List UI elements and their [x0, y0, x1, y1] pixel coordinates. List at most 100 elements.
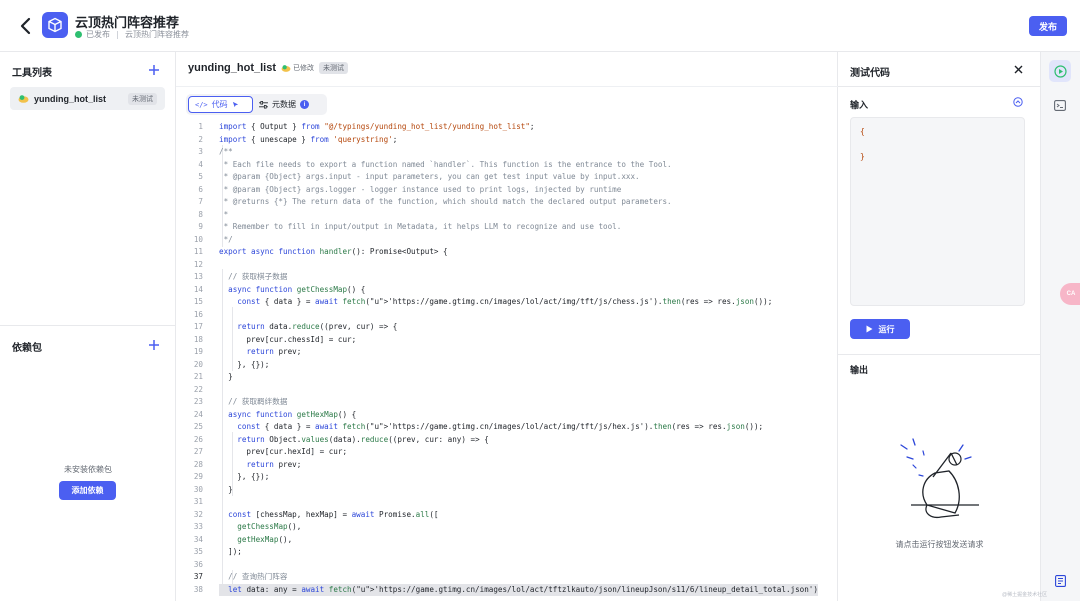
- line-number: 16: [193, 309, 203, 319]
- back-arrow-icon[interactable]: [18, 16, 34, 36]
- code-line: 23 // 获取羁绊数据: [186, 396, 836, 409]
- line-number: 14: [193, 284, 203, 294]
- publish-button[interactable]: 发布: [1029, 16, 1067, 36]
- document-icon: [1054, 575, 1066, 587]
- line-number: 1: [198, 122, 203, 131]
- line-number: 6: [198, 184, 203, 194]
- line-number: 17: [193, 322, 203, 331]
- add-dependency-button[interactable]: 添加依赖: [59, 481, 116, 500]
- code-editor-panel: yunding_hot_list 已修改 未测试 </> 代码 元数据 i 1 i…: [176, 52, 838, 601]
- panel-divider: [838, 86, 1041, 87]
- pointer-cursor-icon: [232, 101, 238, 108]
- code-line: 13 // 获取棋子数据: [186, 271, 836, 284]
- code-brackets-icon: </>: [195, 100, 208, 109]
- tool-name: yunding_hot_list: [34, 93, 106, 104]
- play-icon: [866, 325, 872, 333]
- code-line: 9 * Remember to fill in input/output in …: [186, 221, 836, 234]
- line-number: 36: [193, 559, 203, 569]
- code-line: 38 let data: any = await fetch("u">'http…: [186, 583, 836, 596]
- deps-empty-text: 未安装依赖包: [64, 465, 112, 474]
- line-number: 33: [193, 522, 203, 531]
- status-text: 已发布: [86, 30, 110, 39]
- tab-metadata[interactable]: 元数据 i: [253, 96, 315, 113]
- input-label: 输入: [850, 100, 869, 110]
- line-number: 26: [193, 434, 203, 444]
- code-text: * @param {Object} args.input - input par…: [219, 172, 640, 181]
- line-number: 28: [193, 459, 203, 469]
- code-text: return data.reduce((prev, cur) => {: [237, 322, 398, 331]
- line-number: 37: [193, 572, 203, 581]
- collapse-up-icon[interactable]: [1013, 97, 1023, 107]
- line-number: 24: [193, 409, 203, 419]
- code-line: 11 export async function handler(): Promi…: [186, 246, 836, 259]
- code-line: 28 return prev;: [186, 459, 836, 472]
- file-header: yunding_hot_list 已修改 未测试: [188, 62, 348, 74]
- code-line: 37 // 查询热门阵容: [186, 571, 836, 584]
- code-text: return prev;: [246, 459, 302, 469]
- output-empty-text: 请点击运行按钮发送请求: [895, 540, 984, 549]
- line-number: 2: [198, 134, 203, 144]
- tab-code[interactable]: </> 代码: [188, 96, 253, 113]
- floating-assistant-tab[interactable]: CA: [1060, 283, 1080, 305]
- code-text: import { Output } from "@/typings/yundin…: [219, 122, 535, 131]
- code-text: // 查询热门阵容: [219, 572, 288, 581]
- code-line: 31: [186, 496, 836, 509]
- run-button[interactable]: 运行: [850, 319, 910, 339]
- close-icon[interactable]: [1013, 64, 1024, 75]
- sidebar-item-yunding-hot-list[interactable]: yunding_hot_list 未测试: [10, 87, 165, 110]
- info-icon: i: [300, 100, 309, 109]
- code-text: prev[cur.hexId] = cur;: [219, 447, 348, 456]
- code-text: import { unescape } from 'querystring';: [219, 134, 398, 144]
- test-panel-title: 测试代码: [850, 68, 890, 79]
- code-text: * Remember to fill in input/output in Me…: [219, 222, 622, 231]
- code-line: 5 * @param {Object} args.input - input p…: [186, 171, 836, 184]
- tools-list-title: 工具列表: [12, 68, 52, 79]
- code-line: 30 }: [186, 484, 836, 497]
- line-number: 27: [193, 447, 203, 456]
- line-number: 38: [193, 584, 203, 594]
- code-line: 2 import { unescape } from 'querystring';: [186, 134, 836, 147]
- line-number: 25: [193, 422, 203, 431]
- code-line: 27 prev[cur.hexId] = cur;: [186, 446, 836, 459]
- line-number: 22: [193, 384, 203, 394]
- code-text: async function getHexMap() {: [228, 409, 357, 419]
- test-run-toggle[interactable]: [1049, 60, 1071, 82]
- console-toggle[interactable]: [1049, 94, 1071, 116]
- code-line: 25 const { data } = await fetch("u">'htt…: [186, 421, 836, 434]
- file-name: yunding_hot_list: [188, 62, 276, 74]
- code-text: async function getChessMap() {: [228, 284, 366, 294]
- modified-text: 已修改: [293, 65, 314, 72]
- test-input-editor[interactable]: { }: [850, 117, 1025, 306]
- deps-title: 依赖包: [12, 343, 42, 354]
- line-number: 5: [198, 172, 203, 181]
- divider: [117, 30, 118, 39]
- line-number: 11: [193, 247, 203, 256]
- add-tool-plus-icon[interactable]: [148, 64, 160, 76]
- line-number: 13: [193, 272, 203, 281]
- code-line: 17 return data.reduce((prev, cur) => {: [186, 321, 836, 334]
- code-line: 22: [186, 384, 836, 397]
- code-line: 3 /**: [186, 146, 836, 159]
- code-line: 1 import { Output } from "@/typings/yundi…: [186, 121, 836, 134]
- code-text: getChessMap(),: [237, 522, 302, 531]
- code-text: *: [219, 209, 229, 219]
- line-number: 18: [193, 334, 203, 344]
- line-number: 7: [198, 197, 203, 206]
- code-text: let data: any = await fetch("u">'https:/…: [219, 583, 818, 596]
- add-dependency-plus-icon[interactable]: [148, 339, 160, 351]
- code-line: 4 * Each file needs to export a function…: [186, 159, 836, 172]
- code-line: 33 getChessMap(),: [186, 521, 836, 534]
- code-text: const { data } = await fetch("u">'https:…: [237, 297, 773, 306]
- editor-tabs: </> 代码 元数据 i: [186, 94, 327, 115]
- line-number: 12: [193, 259, 203, 269]
- right-toolbar: [1041, 52, 1080, 601]
- line-number: 8: [198, 209, 203, 219]
- sliders-icon: [259, 100, 268, 109]
- code-text: prev[cur.chessId] = cur;: [219, 334, 357, 344]
- run-label: 运行: [878, 324, 895, 334]
- code-text: }: [219, 372, 233, 381]
- docs-toggle[interactable]: [1049, 570, 1071, 592]
- code-text: export async function handler(): Promise…: [219, 247, 448, 256]
- code-area[interactable]: 1 import { Output } from "@/typings/yundi…: [186, 121, 836, 601]
- code-text: }: [219, 484, 233, 494]
